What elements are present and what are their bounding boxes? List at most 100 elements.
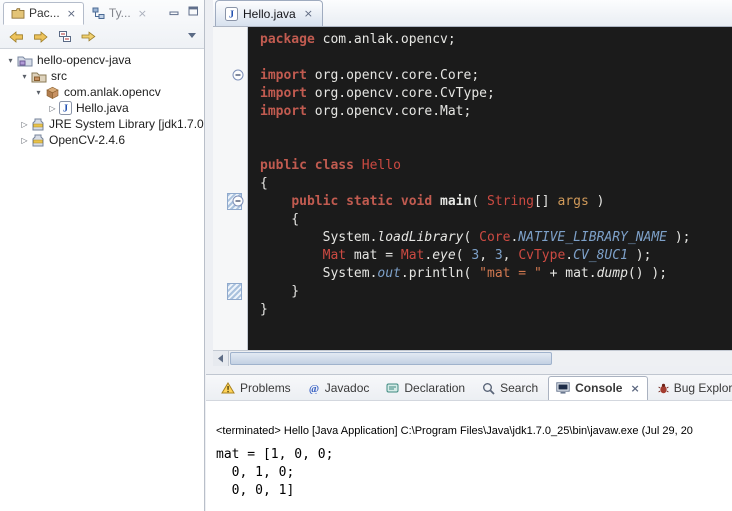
close-icon[interactable]: × [67,7,76,20]
horizontal-scrollbar[interactable] [213,350,732,366]
editor-tab-label: Hello.java [243,7,296,21]
collapse-arrow-icon[interactable]: ▾ [32,88,45,97]
expand-arrow-icon[interactable]: ▷ [46,104,59,113]
back-icon[interactable] [8,30,24,43]
tree-item-src[interactable]: ▾ src [0,68,204,84]
tab-javadoc[interactable]: @ Javadoc [301,377,377,400]
link-editor-icon[interactable] [81,30,96,43]
tab-problems[interactable]: Problems [214,377,298,400]
tab-label: Javadoc [325,381,370,395]
forward-icon[interactable] [33,30,49,43]
tree-item-com-anlak-opencv[interactable]: ▾ com.anlak.opencv [0,84,204,100]
console-output-line: mat = [1, 0, 0; [216,446,732,464]
close-icon[interactable]: × [304,7,313,20]
fold-collapse-icon[interactable] [232,69,244,81]
code-line[interactable]: package com.anlak.opencv; [260,31,732,49]
editor-gutter [213,27,248,350]
view-tab-label: Pac... [29,6,60,20]
collapse-arrow-icon[interactable]: ▾ [18,72,31,81]
tab-label: Search [500,381,538,395]
java-file-icon: J [225,7,238,21]
code-line[interactable]: import org.opencv.core.Core; [260,67,732,85]
bug-icon [658,383,669,394]
source-folder-icon [31,70,47,83]
close-icon[interactable]: × [630,382,639,395]
java-project-icon [17,54,33,67]
tab-label: Console [575,381,622,395]
tree-item-label: src [51,69,67,83]
tab-label: Declaration [404,381,465,395]
code-line[interactable]: import org.opencv.core.Mat; [260,103,732,121]
library-icon [31,134,45,147]
package-explorer-icon [11,7,25,19]
code-line[interactable]: { [260,175,732,193]
tree-item-label: com.anlak.opencv [64,85,161,99]
tab-bug-explorer[interactable]: Bug Explorer [651,377,732,400]
editor-tab-hello-java[interactable]: J Hello.java × [215,0,323,26]
expand-arrow-icon[interactable]: ▷ [18,120,31,129]
svg-text:J: J [229,9,234,20]
code-line[interactable] [260,121,732,139]
console-process-header: <terminated> Hello [Java Application] C:… [216,425,732,437]
tab-search[interactable]: Search [475,377,545,400]
code-line[interactable]: public class Hello [260,157,732,175]
project-tree: ▾hello-opencv-java▾src▾com.anlak.opencv▷… [0,49,204,148]
maximize-icon[interactable] [188,6,199,16]
tree-item-label: JRE System Library [jdk1.7.0 [49,117,204,131]
console-view[interactable]: <terminated> Hello [Java Application] C:… [206,401,732,500]
package-explorer-header: Pac... × Ty... × [0,0,204,49]
code-line[interactable]: System.loadLibrary( Core.NATIVE_LIBRARY_… [260,229,732,247]
close-icon[interactable]: × [138,7,147,20]
code-area[interactable]: package com.anlak.opencv; import org.open… [248,27,732,350]
code-editor[interactable]: package com.anlak.opencv; import org.open… [213,27,732,350]
code-line[interactable] [260,139,732,157]
tree-item-jre-system-library-jdk1-7-0[interactable]: ▷ JRE System Library [jdk1.7.0 [0,116,204,132]
package-explorer-toolbar [0,25,204,49]
eclipse-workbench: Pac... × Ty... × ▾ hello-opencv-java ▾ src ▾ com… [0,0,732,511]
svg-text:@: @ [309,383,319,394]
code-line[interactable]: public static void main( String[] args ) [260,193,732,211]
console-output-line: 0, 0, 1] [216,482,732,500]
package-explorer-panel: Pac... × Ty... × ▾ hello-opencv-java ▾ src ▾ com… [0,0,205,511]
code-line[interactable]: import org.opencv.core.CvType; [260,85,732,103]
type-hierarchy-icon [92,7,105,19]
code-line[interactable]: } [260,283,732,301]
tree-item-opencv-2-4-6[interactable]: ▷ OpenCV-2.4.6 [0,132,204,148]
scroll-left-button[interactable] [213,351,229,366]
tree-item-label: Hello.java [76,101,129,115]
view-menu-icon[interactable] [188,33,197,39]
view-tab-pac[interactable]: Pac... × [3,2,84,25]
console-output-line: 0, 1, 0; [216,464,732,482]
view-tab-ty[interactable]: Ty... × [84,2,155,25]
search-icon [482,382,495,395]
minimize-icon[interactable] [169,6,180,16]
tab-console[interactable]: Console × [548,376,648,400]
code-line[interactable]: } [260,301,732,319]
tree-item-label: OpenCV-2.4.6 [49,133,125,147]
console-panel: Problems @ Javadoc Declaration Search Console… [206,374,732,511]
package-icon [45,86,60,99]
tab-declaration[interactable]: Declaration [379,377,472,400]
scrollbar-thumb[interactable] [230,352,552,365]
declaration-icon [386,382,399,394]
code-line[interactable]: Mat mat = Mat.eye( 3, 3, CvType.CV_8UC1 … [260,247,732,265]
code-line[interactable] [260,49,732,67]
collapse-arrow-icon[interactable]: ▾ [4,56,17,65]
tree-item-hello-opencv-java[interactable]: ▾ hello-opencv-java [0,52,204,68]
expand-arrow-icon[interactable]: ▷ [18,136,31,145]
tree-item-hello-java[interactable]: ▷ J Hello.java [0,100,204,116]
editor-tab-bar: J Hello.java × [213,0,732,27]
code-line[interactable]: System.out.println( "mat = " + mat.dump(… [260,265,732,283]
problems-icon [221,382,235,394]
collapse-all-icon[interactable] [58,30,72,43]
tree-item-label: hello-opencv-java [37,53,131,67]
svg-text:J: J [63,104,68,115]
view-tab-label: Ty... [109,6,131,20]
tab-label: Problems [240,381,291,395]
tab-label: Bug Explorer [674,381,732,395]
library-icon [31,118,45,131]
bottom-view-tab-bar: Problems @ Javadoc Declaration Search Console… [206,375,732,401]
fold-collapse-icon[interactable] [232,195,244,207]
code-line[interactable]: { [260,211,732,229]
console-output: mat = [1, 0, 0; 0, 1, 0; 0, 0, 1] [216,446,732,500]
